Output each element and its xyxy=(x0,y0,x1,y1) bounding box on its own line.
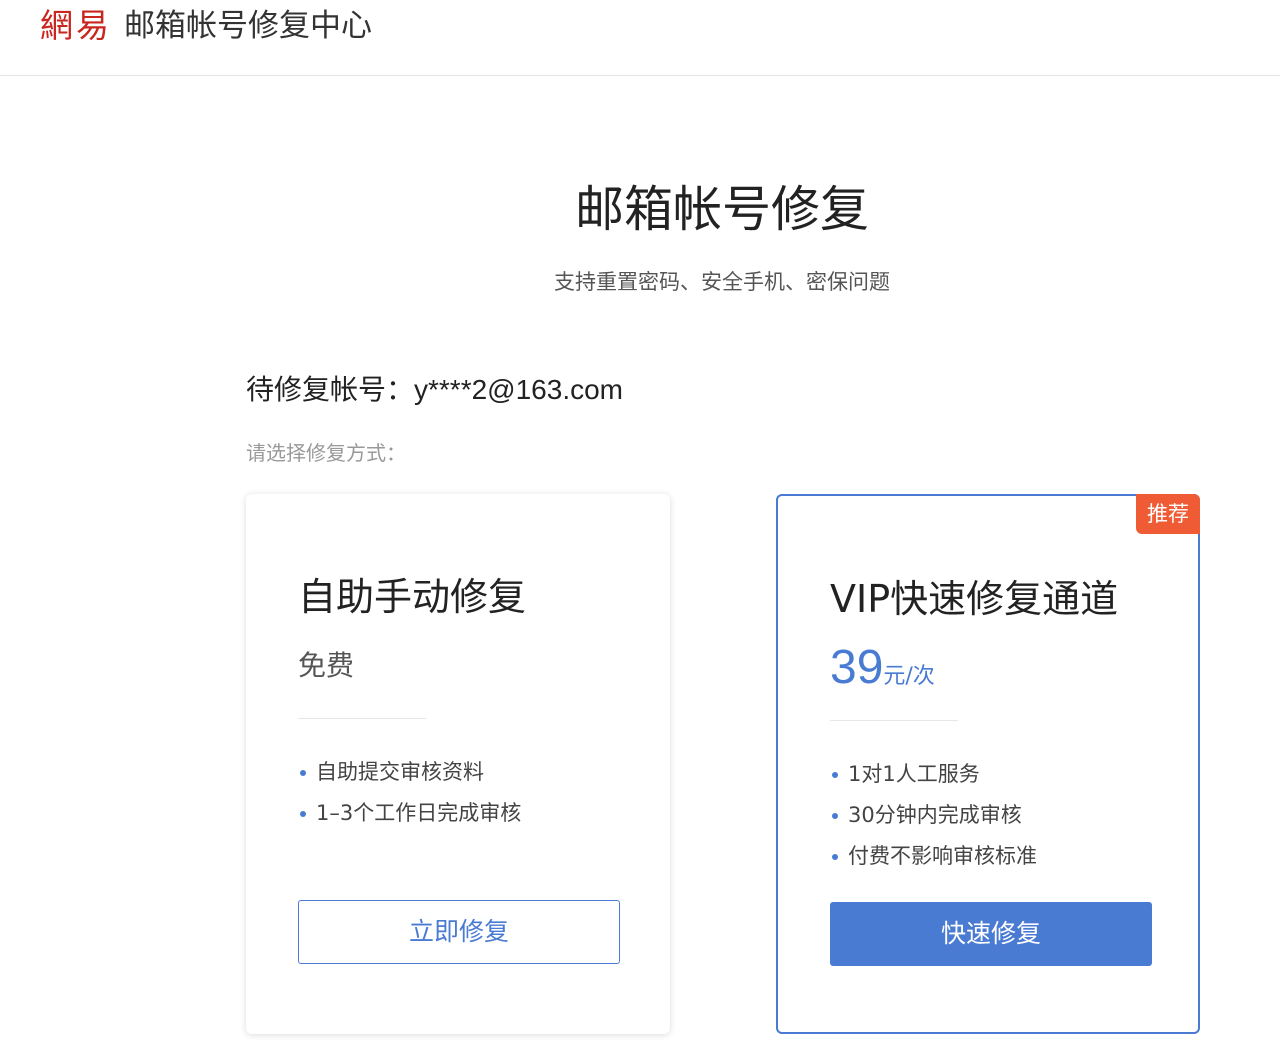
free-card-title: 自助手动修复 xyxy=(298,575,527,619)
feature-item: 1对1人工服务 xyxy=(830,754,1037,795)
netease-logo[interactable]: 網易 xyxy=(40,6,112,46)
feature-item: 30分钟内完成审核 xyxy=(830,795,1037,836)
site-header: 網易 邮箱帐号修复中心 xyxy=(0,0,1280,76)
price-unit: 元/次 xyxy=(883,664,935,689)
free-feature-list: 自助提交审核资料 1–3个工作日完成审核 xyxy=(298,752,521,834)
vip-card-price: 39元/次 xyxy=(830,640,935,695)
vip-feature-list: 1对1人工服务 30分钟内完成审核 付费不影响审核标准 xyxy=(830,754,1037,877)
choose-method-label: 请选择修复方式： xyxy=(246,441,406,465)
recommend-badge: 推荐 xyxy=(1136,494,1200,534)
repair-now-button[interactable]: 立即修复 xyxy=(298,900,620,964)
price-number: 39 xyxy=(830,641,884,694)
feature-item: 1–3个工作日完成审核 xyxy=(298,793,521,834)
account-label: 待修复帐号： xyxy=(246,373,415,406)
free-card-price: 免费 xyxy=(298,649,355,682)
card-divider xyxy=(830,720,958,721)
vip-repair-card: 推荐 VIP快速修复通道 39元/次 1对1人工服务 30分钟内完成审核 付费不… xyxy=(776,494,1200,1034)
account-value: y****2@163.com xyxy=(414,374,623,405)
page-subtitle: 支持重置密码、安全手机、密保问题 xyxy=(554,270,890,294)
free-repair-card: 自助手动修复 免费 自助提交审核资料 1–3个工作日完成审核 立即修复 xyxy=(246,494,670,1034)
account-line: 待修复帐号：y****2@163.com xyxy=(246,368,623,408)
page-title: 邮箱帐号修复 xyxy=(574,181,869,238)
feature-item: 付费不影响审核标准 xyxy=(830,836,1037,877)
fast-repair-button[interactable]: 快速修复 xyxy=(830,902,1152,966)
card-divider xyxy=(298,718,426,719)
vip-card-title: VIP快速修复通道 xyxy=(830,577,1119,621)
feature-item: 自助提交审核资料 xyxy=(298,752,521,793)
header-title: 邮箱帐号修复中心 xyxy=(124,8,372,44)
